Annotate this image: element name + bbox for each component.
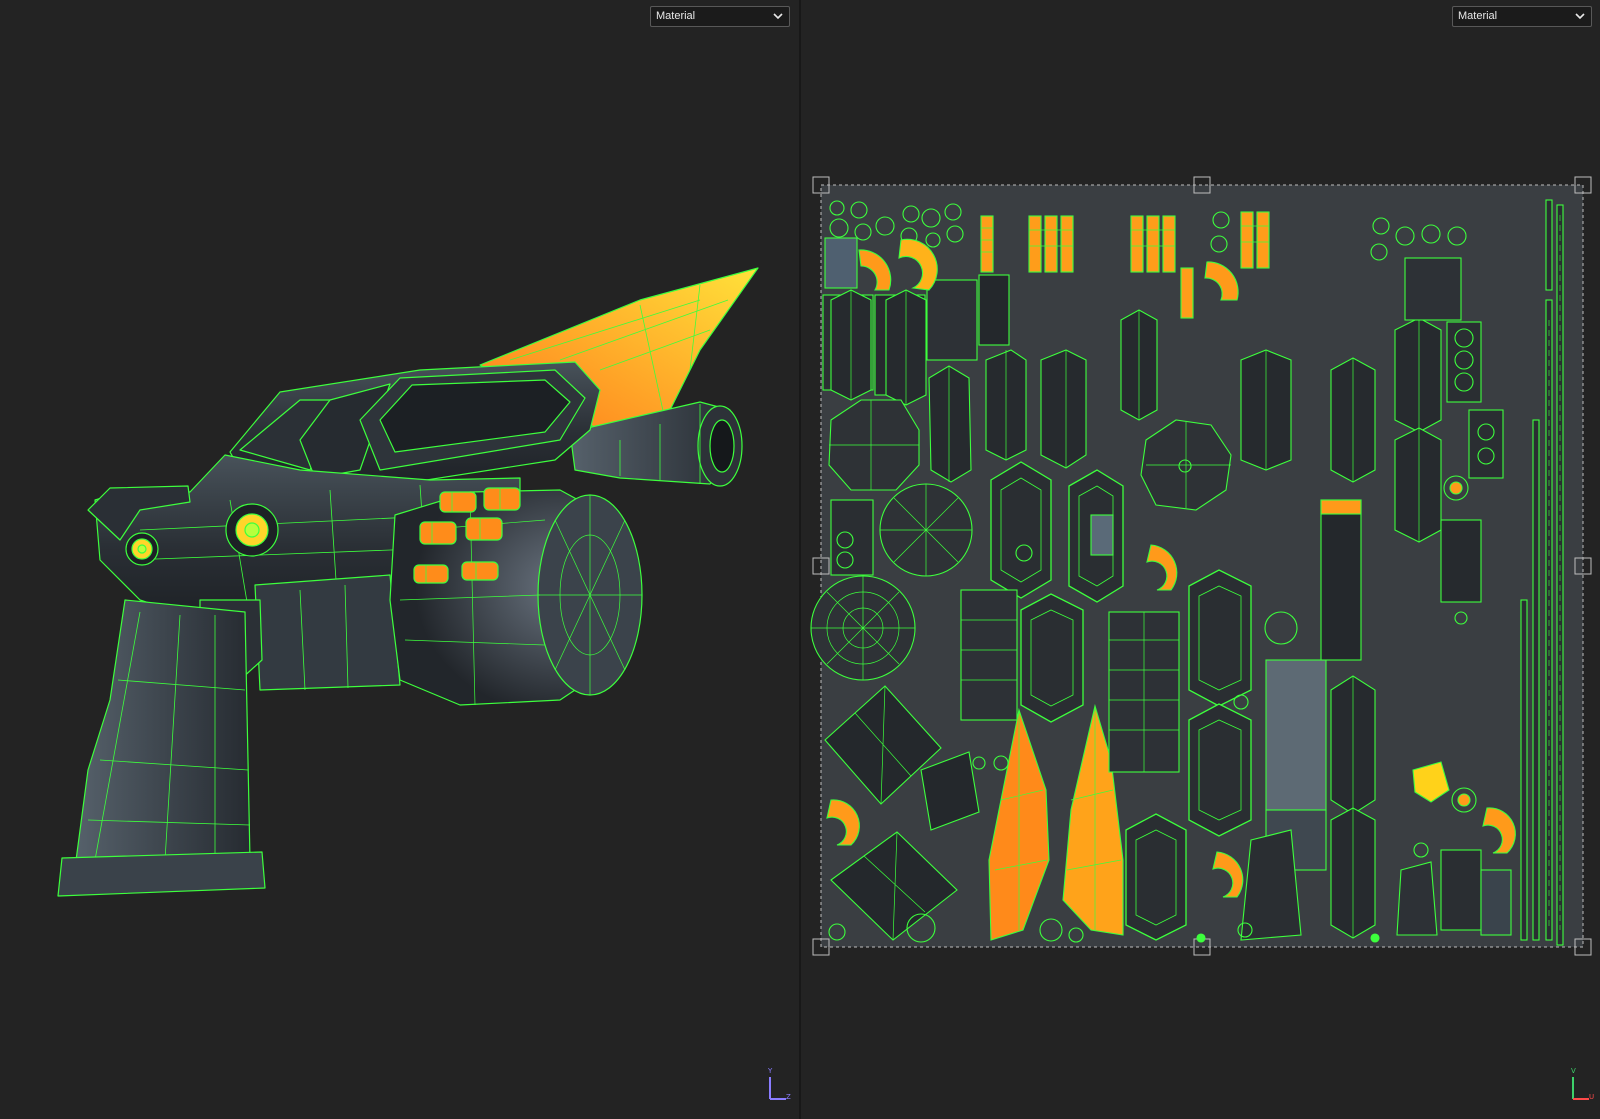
shading-mode-value: Material [656, 10, 696, 22]
viewport-3d[interactable]: Material Y Z [0, 0, 799, 1119]
lower-housing [254, 574, 401, 691]
grip-base [57, 851, 266, 897]
middle-light [225, 503, 279, 557]
chevron-down-icon [773, 13, 783, 20]
blaster-3d-model[interactable] [0, 0, 799, 1119]
axis-horizontal-label: Z [786, 1093, 791, 1101]
uv-shading-mode-dropdown[interactable]: Material [1452, 6, 1592, 27]
axis-vertical-label: Y [768, 1067, 773, 1075]
axis-horizontal-label: U [1589, 1093, 1595, 1101]
axis-gizmo-icon: V U [1567, 1067, 1597, 1105]
uv-shading-mode-value: Material [1458, 10, 1498, 22]
axis-gizmo-icon: Y Z [764, 1067, 794, 1105]
chevron-down-icon [1575, 13, 1585, 20]
viewport-uv[interactable]: Material V U [801, 0, 1600, 1119]
axis-vertical-label: V [1571, 1067, 1576, 1075]
uv-layout[interactable] [801, 0, 1600, 1119]
grip [74, 599, 251, 869]
shading-mode-dropdown[interactable]: Material [650, 6, 790, 27]
rear-light [125, 532, 159, 566]
